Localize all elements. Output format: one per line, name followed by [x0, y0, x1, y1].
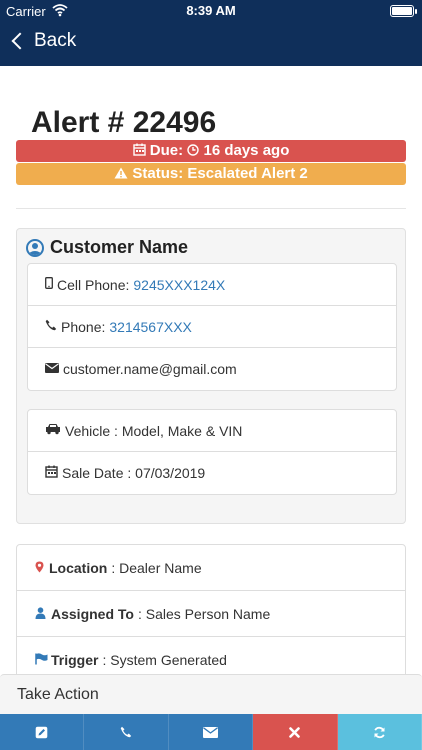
user-icon	[35, 606, 46, 622]
email-row[interactable]: customer.name@gmail.com	[28, 348, 396, 390]
call-button[interactable]	[84, 714, 169, 750]
sale-date-row: Sale Date : 07/03/2019	[28, 452, 396, 494]
due-banner: Due: 16 days ago	[16, 140, 406, 162]
refresh-button[interactable]	[337, 714, 422, 750]
flag-icon	[35, 652, 48, 668]
customer-header: Customer Name	[26, 237, 188, 258]
envelope-icon	[45, 362, 59, 376]
edit-note-button[interactable]	[0, 714, 85, 750]
assigned-row: Assigned To : Sales Person Name	[17, 591, 405, 637]
trigger-value: : System Generated	[102, 651, 227, 668]
phone-row: Phone: 3214567XXX	[28, 306, 396, 348]
warning-icon	[114, 167, 128, 179]
refresh-icon	[374, 726, 385, 738]
phone-link[interactable]: 3214567XXX	[109, 319, 192, 335]
chevron-left-icon	[11, 32, 29, 50]
cell-phone-row: Cell Phone: 9245XXX124X	[28, 264, 396, 306]
back-button[interactable]: Back	[10, 30, 76, 52]
assigned-label: Assigned To	[51, 605, 134, 622]
phone-label: Phone:	[61, 318, 106, 335]
alert-title: Alert # 22496	[31, 106, 217, 139]
user-circle-icon	[26, 238, 44, 257]
email-button[interactable]	[168, 714, 254, 750]
vehicle-label: Vehicle : Model, Make & VIN	[65, 422, 243, 439]
customer-name: Customer Name	[50, 237, 189, 257]
vehicle-row: Vehicle : Model, Make & VIN	[28, 410, 396, 452]
assigned-value: : Sales Person Name	[137, 605, 271, 622]
envelope-icon	[203, 726, 219, 738]
status-bar: Carrier 8:39 AM	[0, 0, 422, 22]
calendar-icon	[45, 465, 58, 481]
take-action-header: Take Action	[0, 674, 422, 714]
location-label: Location	[49, 559, 108, 576]
clock-time: 8:39 AM	[186, 3, 236, 18]
map-marker-icon	[35, 560, 44, 576]
alert-info-list: Location : Dealer Name Assigned To : Sal…	[16, 544, 406, 694]
sale-date-label: Sale Date : 07/03/2019	[62, 465, 206, 481]
due-label: Due:	[149, 142, 184, 159]
cell-phone-link[interactable]: 9245XXX124X	[133, 277, 225, 293]
close-icon	[289, 726, 301, 738]
trigger-label: Trigger	[51, 651, 99, 668]
due-value: 16 days ago	[203, 142, 290, 159]
phone-icon	[45, 319, 57, 334]
phone-icon	[120, 726, 132, 738]
location-value: : Dealer Name	[111, 559, 202, 576]
edit-icon	[35, 726, 48, 738]
mobile-icon	[45, 277, 53, 292]
vehicle-list: Vehicle : Model, Make & VIN Sale Date : …	[27, 409, 397, 495]
divider	[16, 208, 406, 209]
contact-list: Cell Phone: 9245XXX124X Phone: 3214567XX…	[27, 263, 397, 391]
calendar-icon	[132, 143, 146, 156]
car-icon	[45, 423, 61, 438]
location-row: Location : Dealer Name	[17, 545, 405, 591]
action-toolbar	[0, 714, 422, 750]
battery-icon	[390, 5, 417, 17]
customer-panel: Customer Name Cell Phone: 9245XXX124X Ph…	[16, 228, 406, 524]
back-label: Back	[34, 30, 77, 51]
navigation-bar: Back	[0, 22, 422, 66]
dismiss-button[interactable]	[253, 714, 338, 750]
email-text: customer.name@gmail.com	[63, 361, 237, 377]
status-label: Status: Escalated Alert 2	[132, 165, 308, 182]
clock-icon	[187, 144, 200, 156]
cell-phone-label: Cell Phone:	[57, 276, 130, 293]
status-banner: Status: Escalated Alert 2	[16, 163, 406, 185]
